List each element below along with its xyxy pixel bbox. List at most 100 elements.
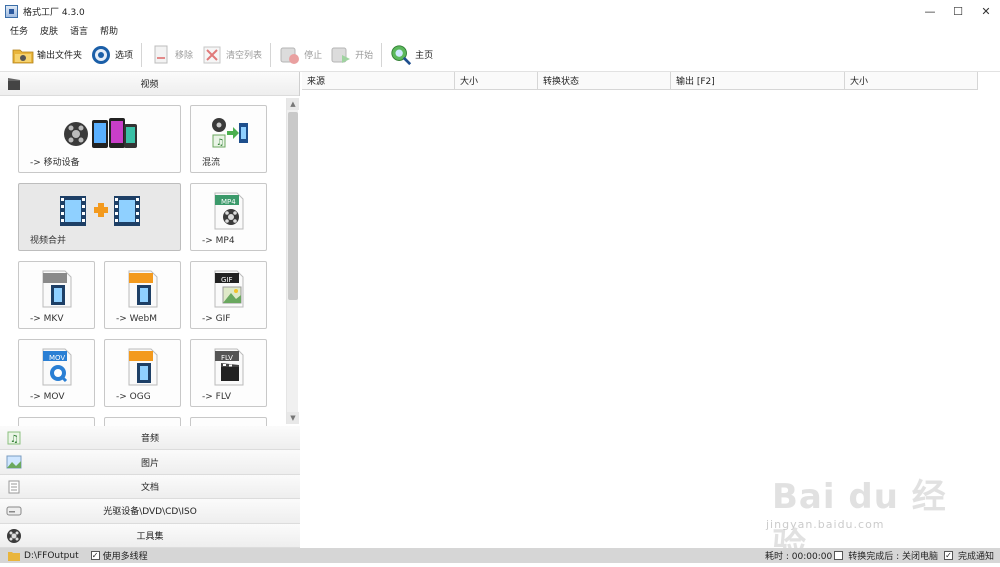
svg-text:♫: ♫ (10, 434, 19, 445)
title-bar: 格式工厂 4.3.0 — ☐ ✕ (0, 0, 1000, 22)
svg-text:♫: ♫ (216, 138, 224, 148)
clear-icon (201, 44, 223, 66)
notify-checkbox[interactable]: ✓ (943, 551, 953, 560)
output-folder-button[interactable]: 输出文件夹 (8, 40, 86, 70)
after-convert-label: 转换完成后 : 关闭电脑 (848, 552, 938, 562)
stop-label: 停止 (304, 51, 323, 61)
home-button[interactable]: 主页 (386, 40, 437, 70)
tile-label: 视频合并 (30, 236, 67, 246)
options-button[interactable]: 选项 (86, 40, 137, 70)
category-rom-device[interactable]: 光驱设备\DVD\CD\ISO (0, 499, 300, 524)
category-document[interactable]: 文档 (0, 474, 300, 500)
after-convert-checkbox[interactable] (834, 551, 844, 560)
disc-drive-icon (6, 503, 22, 519)
toolbar-separator (141, 42, 143, 67)
category-label: 文档 (140, 482, 159, 493)
tile-label: 混流 (202, 158, 221, 168)
maximize-button[interactable]: ☐ (944, 0, 972, 22)
mp4-file-icon: MP4 (191, 190, 266, 232)
webm-file-icon (105, 268, 180, 310)
task-list[interactable]: 来源 大小 转换状态 输出 [F2] 大小 (302, 72, 978, 548)
status-bar: D:\FFOutput ✓ 使用多线程 耗时 : 00:00:00 转换完成后 … (0, 548, 1000, 563)
status-right: 耗时 : 00:00:00 转换完成后 : 关闭电脑 ✓ 完成通知 (763, 548, 994, 563)
mobile-devices-icon (19, 112, 180, 154)
tiles-scrollbar[interactable]: ▲ ▼ (286, 98, 299, 424)
elapsed-time: 耗时 : 00:00:00 (765, 552, 833, 562)
category-video-header[interactable]: 视频 (0, 72, 299, 96)
output-folder-label: 输出文件夹 (37, 51, 83, 61)
column-output[interactable]: 输出 [F2] (671, 72, 845, 89)
tile-gif[interactable]: GIF -> GIF (190, 261, 267, 329)
output-folder-icon[interactable] (8, 551, 20, 561)
collapsed-categories: ♫ 音频 图片 文档 光驱设备\DVD\CD\ISO 工具集 (0, 426, 300, 548)
start-button[interactable]: 开始 (326, 40, 377, 70)
tile-webm[interactable]: -> WebM (104, 261, 181, 329)
tile-flv[interactable]: FLV -> FLV (190, 339, 267, 407)
window-title: 格式工厂 4.3.0 (23, 7, 85, 18)
music-note-icon: ♫ (6, 430, 22, 446)
remove-button[interactable]: 移除 (146, 40, 197, 70)
stop-icon (279, 44, 301, 66)
tile-label: -> FLV (202, 392, 232, 402)
tile-mp4[interactable]: MP4 -> MP4 (190, 183, 267, 251)
column-output-size[interactable]: 大小 (845, 72, 978, 89)
tile-label: -> WebM (116, 314, 158, 324)
category-toolbox[interactable]: 工具集 (0, 523, 300, 548)
close-button[interactable]: ✕ (972, 0, 1000, 22)
toolbar-separator (381, 42, 383, 67)
video-join-icon (19, 190, 180, 232)
category-audio[interactable]: ♫ 音频 (0, 426, 300, 451)
mov-file-icon: MOV (19, 346, 94, 388)
category-label: 工具集 (136, 531, 164, 542)
menu-language[interactable]: 语言 (70, 24, 88, 37)
tile-mov[interactable]: MOV -> MOV (18, 339, 95, 407)
window-controls: — ☐ ✕ (916, 0, 1000, 22)
column-status[interactable]: 转换状态 (538, 72, 671, 89)
remove-icon (150, 44, 172, 66)
tile-partial[interactable] (18, 417, 95, 426)
format-badge: MP4 (221, 198, 236, 206)
options-icon (90, 44, 112, 66)
toolbar-separator (270, 42, 272, 67)
tile-label: -> MKV (30, 314, 64, 324)
mux-icon: ♫ (191, 112, 266, 154)
globe-search-icon (390, 44, 412, 66)
options-label: 选项 (115, 51, 134, 61)
scroll-up-icon[interactable]: ▲ (287, 98, 299, 110)
column-size[interactable]: 大小 (455, 72, 538, 89)
picture-icon (6, 454, 22, 470)
remove-label: 移除 (175, 51, 194, 61)
tile-label: -> OGG (116, 392, 151, 402)
scroll-down-icon[interactable]: ▼ (287, 412, 299, 424)
output-path[interactable]: D:\FFOutput (24, 551, 79, 561)
tile-partial[interactable] (104, 417, 181, 426)
minimize-button[interactable]: — (916, 0, 944, 22)
tile-mkv[interactable]: -> MKV (18, 261, 95, 329)
tile-mux[interactable]: ♫ 混流 (190, 105, 267, 173)
ogg-file-icon (105, 346, 180, 388)
scroll-thumb[interactable] (288, 112, 298, 300)
category-label: 光驱设备\DVD\CD\ISO (103, 507, 197, 518)
clear-list-button[interactable]: 清空列表 (197, 40, 266, 70)
tile-ogg[interactable]: -> OGG (104, 339, 181, 407)
tile-label: -> 移动设备 (30, 158, 80, 168)
app-icon (5, 4, 18, 18)
start-label: 开始 (355, 51, 374, 61)
stop-button[interactable]: 停止 (275, 40, 326, 70)
category-panel: 视频 -> 移动设备 ♫ 混流 视频合并 MP4 -> MP4 -> MKV -… (0, 72, 300, 548)
tile-mobile-device[interactable]: -> 移动设备 (18, 105, 181, 173)
multithread-checkbox[interactable]: ✓ (90, 551, 100, 560)
menu-help[interactable]: 帮助 (100, 24, 118, 37)
tile-video-join[interactable]: 视频合并 (18, 183, 181, 251)
tile-label: -> MOV (30, 392, 65, 402)
format-badge: FLV (221, 354, 233, 362)
notify-label: 完成通知 (957, 552, 994, 562)
tile-partial[interactable] (190, 417, 267, 426)
format-badge: GIF (221, 276, 233, 284)
column-source[interactable]: 来源 (302, 72, 455, 89)
home-label: 主页 (415, 51, 434, 61)
toolbar: 输出文件夹 选项 移除 清空列表 停止 开始 主页 (0, 38, 1000, 72)
category-image[interactable]: 图片 (0, 450, 300, 475)
menu-task[interactable]: 任务 (10, 24, 28, 37)
menu-skin[interactable]: 皮肤 (40, 24, 58, 37)
